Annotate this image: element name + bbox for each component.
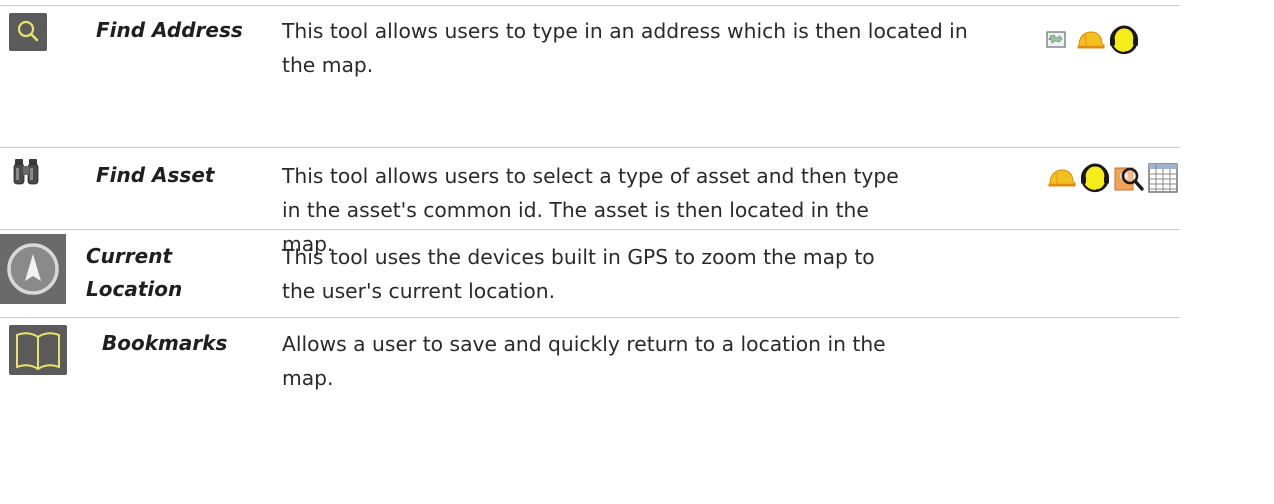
role-icons-find-address: [1046, 24, 1140, 60]
tool-description-bookmarks: Allows a user to save and quickly return…: [282, 332, 886, 390]
role-icons-find-asset: [1047, 162, 1179, 198]
tool-name-current-location: Current Location: [86, 240, 182, 306]
tool-name-find-asset: Find Asset: [96, 163, 215, 187]
table-row-current-location: Current Location This tool uses the devi…: [0, 229, 1274, 317]
compass-icon[interactable]: [0, 234, 66, 304]
table-row-find-asset: Find Asset This tool allows users to sel…: [0, 147, 1274, 256]
magnifier-icon[interactable]: [9, 13, 47, 51]
hard-hat-icon: [1076, 29, 1106, 55]
tool-description-find-address: This tool allows users to type in an add…: [282, 19, 968, 77]
tool-name-line-2: Location: [86, 277, 183, 301]
book-icon[interactable]: [9, 325, 67, 375]
table-row-bookmarks: Bookmarks Allows a user to save and quic…: [0, 317, 1274, 397]
table-row-find-address: Find Address This tool allows users to t…: [0, 0, 1274, 140]
table-icon: [1147, 162, 1179, 198]
headset-icon: [1108, 24, 1140, 60]
tool-description-current-location: This tool uses the devices built in GPS …: [282, 245, 875, 303]
hard-hat-icon: [1047, 167, 1077, 193]
tool-name-bookmarks: Bookmarks: [102, 331, 228, 355]
inspector-icon: [1113, 162, 1145, 198]
tool-name-line-1: Current: [86, 244, 173, 268]
headset-icon: [1079, 162, 1111, 198]
binoculars-icon[interactable]: [13, 156, 39, 186]
tool-name-find-address: Find Address: [96, 18, 243, 42]
map-icon: [1046, 30, 1068, 54]
